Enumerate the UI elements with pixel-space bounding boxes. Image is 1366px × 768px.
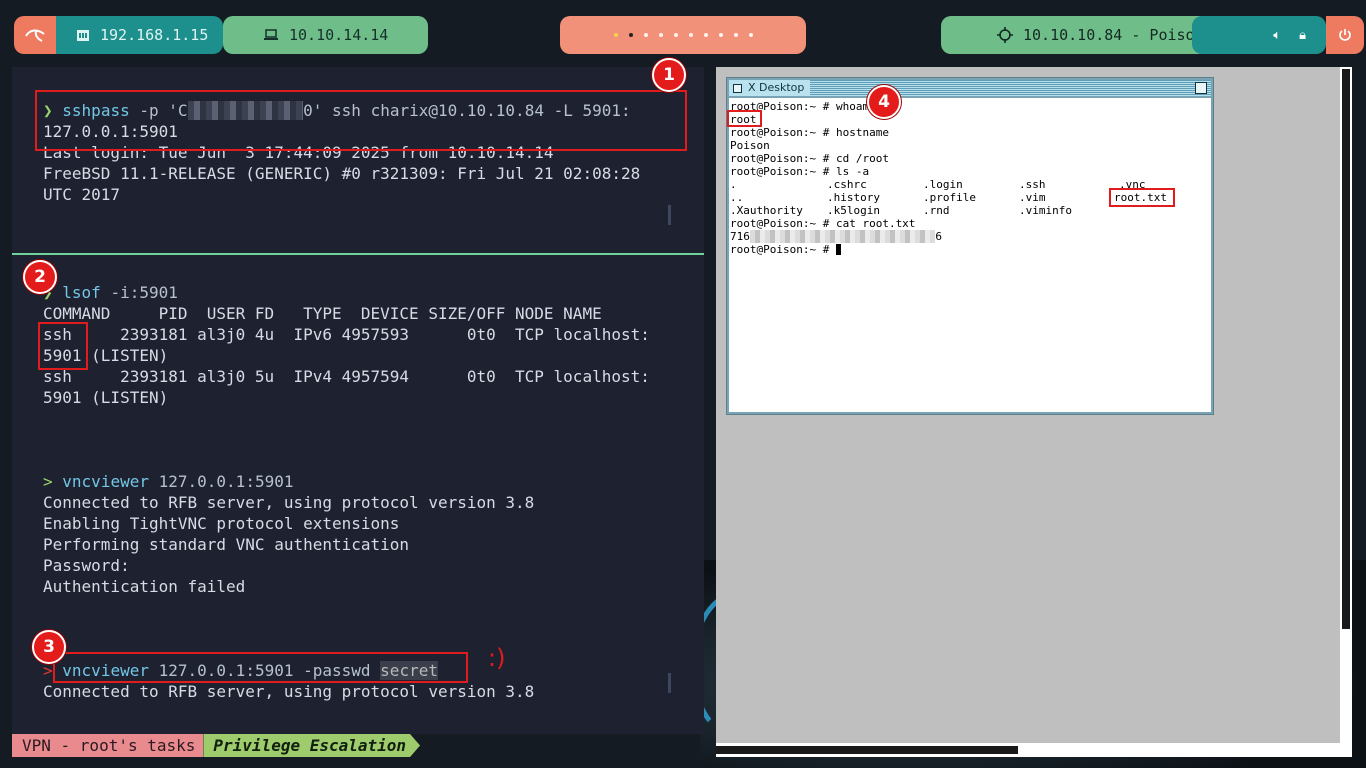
vnc-viewer-window[interactable]: X Desktop root@Poison:~ # whoami root ro… (716, 67, 1352, 757)
target-indicator: 10.10.10.84 - Poison (941, 16, 1221, 54)
text-cursor (835, 244, 841, 255)
workspace-5[interactable] (673, 33, 678, 37)
ls-entry: .cshrc (827, 178, 867, 191)
workspace-switcher[interactable] (560, 16, 806, 54)
workspace-4[interactable] (658, 33, 663, 37)
highlight-port-5901 (38, 322, 88, 370)
redacted-flag (749, 230, 936, 243)
terminal-pane-ssh[interactable]: ❯ sshpass -p 'C 0' ssh charix@10.10.10.8… (12, 67, 704, 253)
vnc-output-line: Connected to RFB server, using protocol … (43, 493, 535, 512)
ls-entry: .. (730, 191, 744, 204)
window-name[interactable]: Privilege Escalation (203, 734, 420, 757)
ethernet-icon (77, 29, 89, 41)
xterm-line: Poison (730, 139, 770, 152)
xterm-content[interactable]: root@Poison:~ # whoami root root@Poison:… (727, 98, 1211, 412)
xterm-line: root@Poison:~ # ls -a (730, 165, 870, 178)
workspace-8[interactable] (718, 33, 723, 37)
step-badge-4: 4 (867, 85, 901, 119)
highlight-whoami-root (727, 110, 762, 127)
target-text: 10.10.10.84 - Poison (1023, 26, 1204, 44)
workspace-9[interactable] (733, 33, 738, 37)
ls-entry: . (730, 178, 737, 191)
workspace-1[interactable] (613, 33, 618, 37)
ls-entry: .rnd (923, 204, 950, 217)
local-ip-indicator: 192.168.1.15 (56, 16, 223, 54)
window-menu-icon[interactable] (733, 83, 742, 93)
vnc-output-line: Authentication failed (43, 577, 246, 596)
flag-line: 716 6 (730, 230, 942, 243)
workspace-3[interactable] (643, 33, 648, 37)
vnc-vertical-scroll-thumb[interactable] (1342, 69, 1350, 629)
terminal-pane-vnc[interactable]: ❯ lsof -i:5901 COMMAND PID USER FD TYPE … (12, 255, 704, 734)
xterm-window[interactable]: X Desktop root@Poison:~ # whoami root ro… (726, 77, 1214, 415)
session-name[interactable]: VPN - root's tasks (12, 734, 204, 757)
workspace-6[interactable] (688, 33, 693, 37)
highlight-root-txt (1109, 188, 1175, 207)
highlight-ssh-tunnel (35, 90, 687, 151)
pane-scroll-indicator[interactable] (668, 673, 671, 693)
lsof-command-line: ❯ lsof -i:5901 (43, 283, 178, 302)
lsof-row-wrap: 5901 (LISTEN) (43, 388, 169, 407)
power-icon (1339, 29, 1351, 41)
lsof-row: ssh 2393181 al3j0 5u IPv4 4957594 0t0 TC… (43, 367, 650, 386)
os-banner-line: FreeBSD 11.1-RELEASE (GENERIC) #0 r32130… (43, 164, 641, 183)
ls-entry: .viminfo (1019, 204, 1072, 217)
kali-dragon-icon (25, 29, 45, 42)
tmux-status-bar: VPN - root's tasks Privilege Escalation (12, 734, 420, 757)
terminal-window[interactable]: ❯ sshpass -p 'C 0' ssh charix@10.10.10.8… (12, 67, 704, 734)
volume-icon[interactable]: 🔈︎ (1273, 28, 1281, 43)
highlight-vnc-passwd (53, 652, 468, 683)
vnc-output-line: Password: (43, 556, 130, 575)
ls-entry: .k5login (827, 204, 880, 217)
ls-entry: .vim (1019, 191, 1046, 204)
xterm-titlebar[interactable]: X Desktop (729, 80, 1211, 96)
crosshair-icon (997, 27, 1013, 43)
xterm-line: root@Poison:~ # cat root.txt (730, 217, 916, 230)
vnc-output-line: Connected to RFB server, using protocol … (43, 682, 535, 701)
vpn-ip-indicator: 10.10.14.14 (223, 16, 428, 54)
power-button[interactable] (1326, 16, 1364, 54)
ls-entry: .profile (923, 191, 976, 204)
ls-entry: .history (827, 191, 880, 204)
vnc-horizontal-scroll-thumb[interactable] (716, 746, 1018, 754)
ls-entry: .ssh (1019, 178, 1046, 191)
os-banner-line-2: UTC 2017 (43, 185, 121, 204)
step-badge-1: 1 (652, 58, 686, 92)
kali-menu-button[interactable] (14, 16, 56, 54)
vnc-vertical-scrollbar[interactable] (1340, 67, 1352, 757)
workspace-2[interactable] (628, 33, 633, 37)
smiley-annotation: :) (488, 644, 506, 672)
local-ip-text: 192.168.1.15 (100, 26, 209, 44)
vncviewer-command-line: > vncviewer 127.0.0.1:5901 (43, 472, 294, 491)
ls-entry: .login (923, 178, 963, 191)
xterm-line: root@Poison:~ # cd /root (730, 152, 889, 165)
lsof-header: COMMAND PID USER FD TYPE DEVICE SIZE/OFF… (43, 304, 602, 323)
vpn-ip-text: 10.10.14.14 (289, 26, 389, 44)
maximize-icon[interactable] (1195, 82, 1207, 94)
xterm-title: X Desktop (748, 81, 805, 94)
step-badge-2: 2 (23, 260, 57, 294)
workspace-10[interactable] (748, 33, 753, 37)
vnc-output-line: Enabling TightVNC protocol extensions (43, 514, 400, 533)
laptop-icon (264, 29, 278, 40)
step-badge-3: 3 (32, 630, 66, 664)
pane-scroll-indicator[interactable] (668, 205, 671, 225)
vnc-horizontal-scrollbar[interactable] (716, 743, 1340, 757)
xterm-line: root@Poison:~ # hostname (730, 126, 889, 139)
system-tray: 🔈︎ 🔒︎ (1192, 16, 1326, 54)
lock-icon[interactable]: 🔒︎ (1299, 28, 1306, 43)
xterm-prompt-line: root@Poison:~ # (730, 243, 841, 256)
workspace-7[interactable] (703, 33, 708, 37)
vnc-output-line: Performing standard VNC authentication (43, 535, 410, 554)
ls-entry: .Xauthority (730, 204, 803, 217)
lsof-row: ssh 2393181 al3j0 4u IPv6 4957593 0t0 TC… (43, 325, 650, 344)
